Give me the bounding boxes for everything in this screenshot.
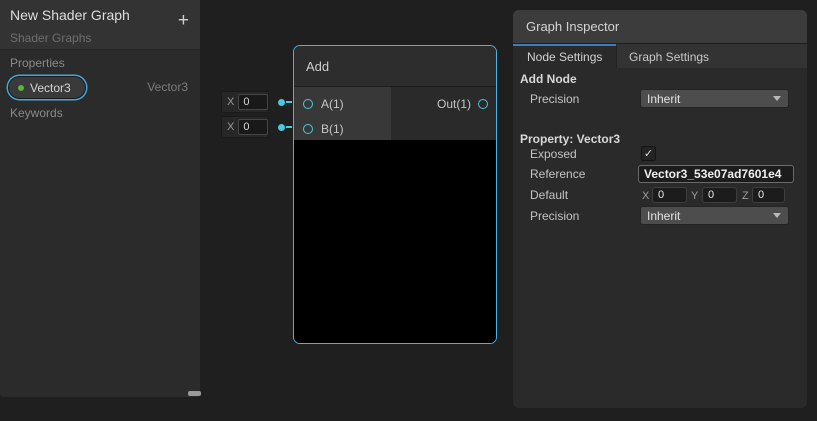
- output-port-out[interactable]: [478, 99, 488, 109]
- default-x-field[interactable]: [652, 187, 687, 203]
- add-node-title: Add: [306, 59, 329, 74]
- inline-input-a: X: [221, 91, 269, 113]
- tab-graph-settings[interactable]: Graph Settings: [616, 44, 807, 68]
- input-port-a[interactable]: [303, 99, 313, 109]
- exposed-checkbox[interactable]: ✓: [641, 146, 656, 161]
- default-z-field[interactable]: [752, 187, 785, 203]
- node-precision-label: Precision: [530, 92, 579, 106]
- port-row-out: Out(1): [437, 91, 488, 116]
- add-node[interactable]: Add A(1) B(1) Out(1): [293, 45, 497, 344]
- blackboard-subtitle: Shader Graphs: [10, 31, 91, 45]
- input-port-b-label: B(1): [321, 122, 344, 136]
- input-port-b[interactable]: [303, 124, 313, 134]
- default-z-axis-label: Z: [742, 190, 749, 202]
- inline-input-b-value-field[interactable]: [238, 119, 268, 135]
- add-node-outputs: Out(1): [391, 87, 496, 140]
- inline-input-a-value-field[interactable]: [238, 94, 268, 110]
- property-type-label: Vector3: [147, 80, 188, 94]
- default-x-axis-label: X: [642, 190, 649, 202]
- tab-node-settings[interactable]: Node Settings: [513, 44, 616, 68]
- port-row-a: A(1): [294, 91, 391, 116]
- add-node-header[interactable]: Add: [294, 46, 496, 87]
- chevron-down-icon: [773, 96, 781, 101]
- add-node-ports-row: A(1) B(1) Out(1): [294, 87, 496, 140]
- output-port-out-label: Out(1): [437, 97, 471, 111]
- inline-input-b: X: [221, 116, 269, 138]
- add-node-preview: [294, 140, 496, 343]
- input-port-a-label: A(1): [321, 97, 344, 111]
- default-label: Default: [530, 188, 568, 202]
- inline-port-dot-a[interactable]: [278, 99, 285, 106]
- properties-section-label: Properties: [10, 56, 65, 70]
- exposed-label: Exposed: [530, 147, 577, 161]
- node-precision-value: Inherit: [647, 92, 680, 106]
- property-pill-label: Vector3: [30, 81, 71, 95]
- inline-input-b-axis-label: X: [225, 121, 234, 133]
- add-node-inputs: A(1) B(1): [294, 87, 391, 140]
- tab-graph-settings-label: Graph Settings: [629, 50, 709, 64]
- property-precision-dropdown[interactable]: Inherit: [640, 206, 789, 225]
- graph-inspector-title: Graph Inspector: [526, 19, 619, 34]
- reference-label: Reference: [530, 167, 585, 181]
- property-precision-label: Precision: [530, 209, 579, 223]
- keywords-section-label: Keywords: [10, 106, 63, 120]
- add-property-button[interactable]: +: [178, 11, 189, 30]
- shader-graph-window: { "colors": { "selection_blue": "#4fb0e4…: [0, 0, 817, 421]
- graph-inspector-panel: Graph Inspector Node Settings Graph Sett…: [513, 10, 807, 408]
- inspector-tabs: Node Settings Graph Settings: [513, 44, 807, 68]
- blackboard-title: New Shader Graph: [10, 7, 130, 23]
- blackboard-header: New Shader Graph + Shader Graphs: [0, 0, 200, 50]
- chevron-down-icon: [773, 213, 781, 218]
- default-y-field[interactable]: [702, 187, 737, 203]
- port-row-b: B(1): [294, 116, 391, 141]
- checkmark-icon: ✓: [644, 147, 653, 160]
- property-section-heading: Property: Vector3: [520, 132, 620, 146]
- tab-node-settings-label: Node Settings: [527, 50, 602, 64]
- property-precision-value: Inherit: [647, 209, 680, 223]
- add-node-section-heading: Add Node: [520, 72, 577, 86]
- blackboard-panel: New Shader Graph + Shader Graphs Propert…: [0, 0, 200, 397]
- node-precision-dropdown[interactable]: Inherit: [640, 89, 789, 108]
- default-y-axis-label: Y: [691, 190, 698, 202]
- scrollbar-thumb[interactable]: [188, 391, 201, 396]
- inline-input-a-axis-label: X: [225, 96, 234, 108]
- exposed-dot-icon: [18, 85, 24, 91]
- inline-port-dot-b[interactable]: [278, 124, 285, 131]
- property-pill-vector3[interactable]: Vector3: [8, 76, 86, 99]
- reference-field[interactable]: [638, 165, 794, 183]
- graph-inspector-titlebar[interactable]: Graph Inspector: [513, 10, 807, 44]
